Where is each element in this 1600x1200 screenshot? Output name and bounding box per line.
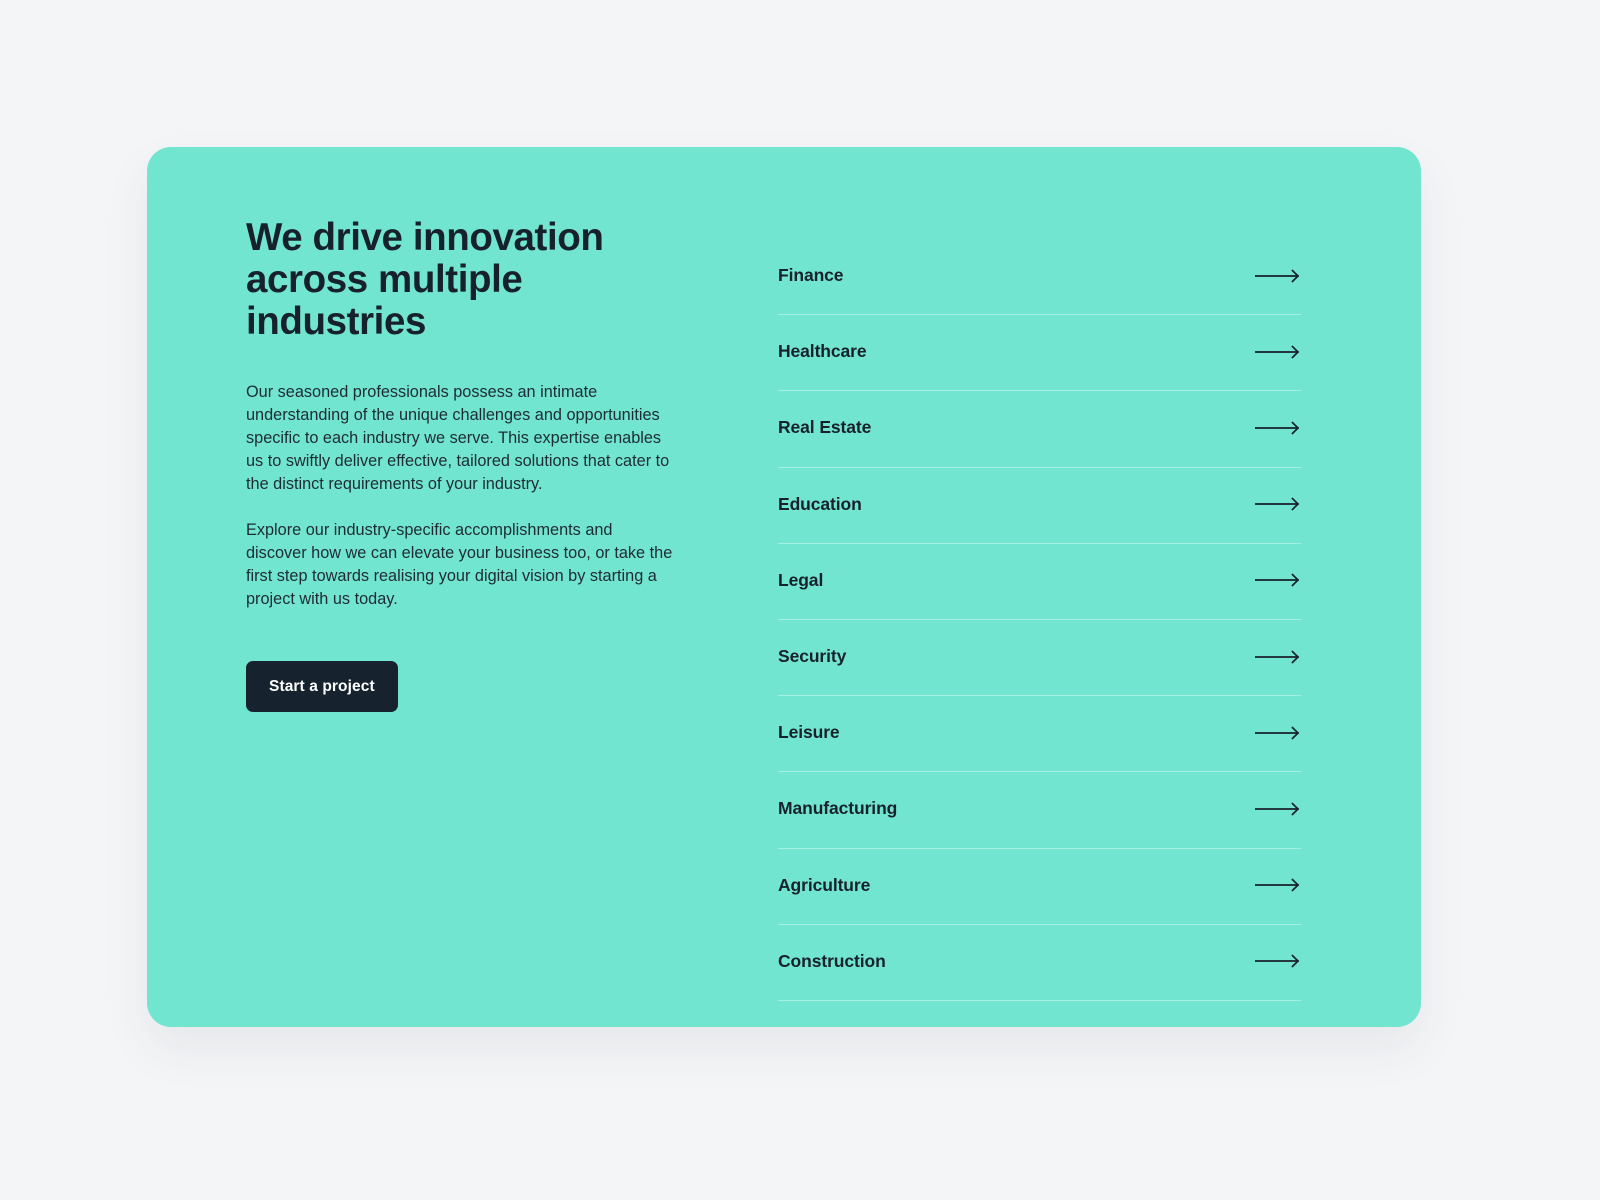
list-item[interactable]: Real Estate xyxy=(778,391,1301,468)
industry-label: Security xyxy=(778,646,847,667)
arrow-right-icon xyxy=(1255,345,1301,361)
headline-line-1: We drive innovation xyxy=(246,216,604,259)
headline-line-2: across multiple industries xyxy=(246,258,523,343)
list-item[interactable]: Finance xyxy=(778,239,1301,316)
industry-label: Manufacturing xyxy=(778,798,898,819)
industry-label: Real Estate xyxy=(778,417,872,438)
list-item[interactable]: Legal xyxy=(778,544,1301,620)
industry-label: Leisure xyxy=(778,722,840,743)
list-item[interactable]: Agriculture xyxy=(778,849,1301,925)
arrow-right-icon xyxy=(1255,954,1301,970)
industry-label: Finance xyxy=(778,265,844,286)
list-item[interactable]: Leisure xyxy=(778,696,1301,773)
hero-paragraph-2: Explore our industry-specific accomplish… xyxy=(246,521,673,608)
arrow-right-icon xyxy=(1255,573,1301,589)
hero-column: We drive innovation across multiple indu… xyxy=(147,147,712,1027)
arrow-right-icon xyxy=(1255,649,1301,666)
hero-description: Our seasoned professionals possess an in… xyxy=(246,381,674,611)
list-item[interactable]: Education xyxy=(778,468,1301,544)
industry-label: Agriculture xyxy=(778,874,871,895)
industries-column: Finance Healthcare Real Estate Education… xyxy=(712,147,1421,1027)
industry-label: Education xyxy=(778,493,862,514)
start-a-project-button[interactable]: Start a project xyxy=(246,661,398,712)
list-item[interactable]: Security xyxy=(778,620,1301,697)
arrow-right-icon xyxy=(1255,268,1301,285)
industry-label: Construction xyxy=(778,950,886,971)
list-item[interactable]: Manufacturing xyxy=(778,772,1301,849)
arrow-right-icon xyxy=(1255,878,1301,894)
arrow-right-icon xyxy=(1255,497,1301,513)
industry-list: Finance Healthcare Real Estate Education… xyxy=(778,239,1301,1001)
industry-label: Legal xyxy=(778,569,824,590)
page-root: We drive innovation across multiple indu… xyxy=(0,0,1600,1200)
arrow-right-icon xyxy=(1255,802,1301,818)
industries-card: We drive innovation across multiple indu… xyxy=(147,147,1421,1027)
page-title: We drive innovation across multiple indu… xyxy=(246,217,686,343)
hero-paragraph-1: Our seasoned professionals possess an in… xyxy=(246,383,670,493)
industry-label: Healthcare xyxy=(778,341,867,362)
arrow-right-icon xyxy=(1255,421,1301,437)
list-item[interactable]: Construction xyxy=(778,925,1301,1001)
arrow-right-icon xyxy=(1255,726,1301,742)
list-item[interactable]: Healthcare xyxy=(778,315,1301,392)
